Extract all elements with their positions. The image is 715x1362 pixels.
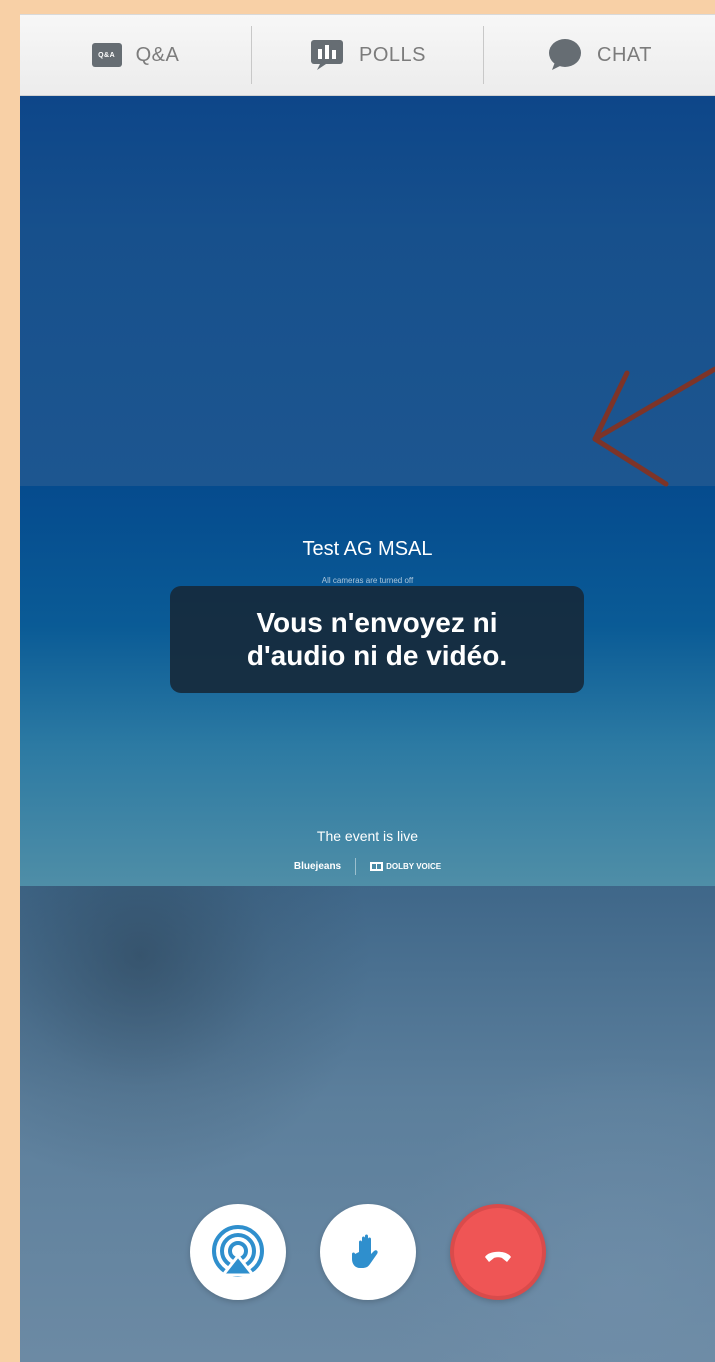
phone-hangup-icon xyxy=(484,1251,511,1262)
call-controls xyxy=(20,1204,715,1324)
media-status-message: Vous n'envoyez ni d'audio ni de vidéo. xyxy=(170,586,584,693)
chat-icon xyxy=(549,39,582,70)
top-tab-bar: Q&A Q&A POLLS CHAT xyxy=(20,14,715,96)
brand-divider xyxy=(355,858,357,875)
event-subtitle: All cameras are turned off xyxy=(321,576,414,585)
dolby-mark-icon xyxy=(370,862,384,871)
hand-icon xyxy=(351,1234,378,1268)
end-call-button[interactable] xyxy=(449,1204,546,1300)
tab-chat[interactable]: CHAT xyxy=(484,15,715,95)
brand-row: Bluejeans DOLBY VOICE xyxy=(20,858,715,875)
tab-polls-label: POLLS xyxy=(359,43,426,66)
app-screen: Q&A Q&A POLLS CHAT Test AG MSAL All came… xyxy=(20,14,715,1362)
dolby-voice-label: DOLBY VOICE xyxy=(386,862,442,871)
annotation-arrow-icon xyxy=(592,366,715,487)
tab-polls[interactable]: POLLS xyxy=(252,15,483,95)
airplay-button[interactable] xyxy=(189,1204,286,1300)
event-live-status: The event is live xyxy=(316,828,419,844)
raise-hand-button[interactable] xyxy=(319,1204,416,1300)
tab-qa[interactable]: Q&A Q&A xyxy=(20,15,251,95)
event-title: Test AG MSAL xyxy=(302,538,433,560)
airplay-icon xyxy=(211,1225,264,1277)
qa-icon: Q&A xyxy=(91,43,122,67)
tab-qa-label: Q&A xyxy=(135,43,180,66)
bluejeans-logo: Bluejeans xyxy=(293,861,342,872)
tab-chat-label: CHAT xyxy=(597,43,652,66)
dolby-voice-logo: DOLBY VOICE xyxy=(370,862,441,871)
event-stage: Test AG MSAL All cameras are turned off … xyxy=(20,486,715,886)
polls-icon xyxy=(311,40,343,70)
